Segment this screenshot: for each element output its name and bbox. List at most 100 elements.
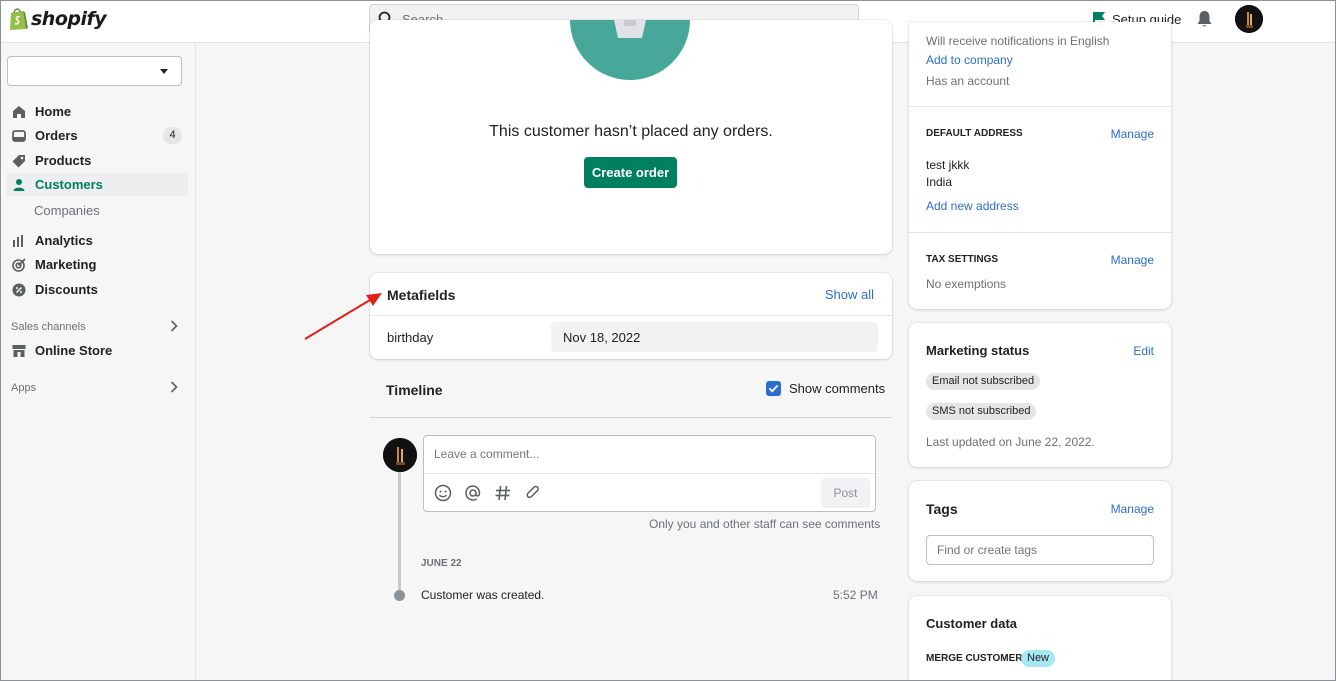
tags-title: Tags	[926, 501, 958, 517]
divider	[424, 473, 875, 474]
divider	[370, 315, 892, 316]
metafield-value[interactable]: Nov 18, 2022	[551, 322, 878, 352]
tags-input[interactable]	[926, 535, 1154, 565]
edit-marketing-link[interactable]: Edit	[1133, 344, 1154, 358]
tax-value: No exemptions	[926, 277, 1007, 291]
post-button[interactable]: Post	[821, 478, 870, 508]
brand-name: shopify	[31, 8, 107, 30]
sidebar-item-label: Orders	[35, 128, 78, 143]
customer-data-title: Customer data	[926, 616, 1018, 631]
sidebar-item-analytics[interactable]: Analytics	[6, 229, 188, 252]
create-order-button[interactable]: Create order	[584, 157, 677, 188]
tags-card: Tags Manage	[909, 481, 1171, 581]
sidebar-item-label: Products	[35, 153, 92, 168]
timeline-date-header: JUNE 22	[421, 558, 462, 569]
comment-input[interactable]	[434, 447, 864, 461]
show-comments-label: Show comments	[789, 381, 886, 396]
orders-icon	[12, 129, 26, 142]
metafields-title: Metafields	[387, 287, 456, 303]
shopify-logo[interactable]: shopify	[8, 7, 107, 31]
sidebar-item-label: Discounts	[35, 282, 98, 297]
address-line: test jkkk	[926, 158, 970, 172]
shopify-bag-icon	[10, 8, 28, 30]
avatar-image	[1235, 5, 1263, 33]
timeline-event-time: 5:52 PM	[833, 588, 878, 602]
store-selector[interactable]	[7, 56, 182, 86]
default-address-title: DEFAULT ADDRESS	[926, 128, 1023, 139]
marketing-status-title: Marketing status	[926, 343, 1030, 358]
sidebar-item-discounts[interactable]: Discounts	[6, 278, 188, 301]
target-icon	[12, 257, 26, 272]
orders-card: This customer hasn’t placed any orders. …	[370, 20, 892, 254]
apps-label: Apps	[11, 382, 37, 394]
show-comments-toggle[interactable]: Show comments	[766, 381, 885, 396]
sidebar-item-label: Marketing	[35, 257, 97, 272]
metafields-card: Metafields Show all birthday Nov 18, 202…	[370, 273, 892, 359]
staff-note: Only you and other staff can see comment…	[649, 517, 881, 531]
checkbox-checked-icon[interactable]	[766, 381, 781, 396]
sidebar-item-customers[interactable]: Customers	[6, 173, 188, 196]
attachment-icon[interactable]	[524, 484, 542, 502]
sidebar-item-label: Analytics	[35, 233, 93, 248]
sidebar-item-orders[interactable]: Orders 4	[6, 124, 188, 147]
sms-status-badge: SMS not subscribed	[926, 403, 1037, 420]
bar-chart-icon	[13, 234, 23, 247]
divider	[909, 232, 1171, 233]
sidebar-item-companies[interactable]: Companies	[34, 203, 100, 218]
bell-icon	[1197, 11, 1212, 27]
email-status-badge: Email not subscribed	[926, 373, 1041, 390]
sales-channels-label: Sales channels	[11, 321, 86, 333]
sidebar: Home Orders 4 Products Customers Compani…	[0, 43, 196, 681]
empty-orders-text: This customer hasn’t placed any orders.	[489, 123, 773, 140]
chevron-right-icon[interactable]	[170, 381, 178, 393]
customer-overview-card: Will receive notifications in English Ad…	[909, 22, 1171, 309]
orders-count-badge: 4	[163, 127, 182, 144]
annotation-arrow	[304, 293, 382, 340]
empty-orders-illustration	[570, 20, 690, 80]
timeline-title: Timeline	[386, 382, 443, 398]
tag-icon	[12, 154, 25, 167]
marketing-last-updated: Last updated on June 22, 2022.	[926, 435, 1095, 449]
store-icon	[12, 344, 26, 357]
discount-icon	[12, 283, 26, 296]
show-all-link[interactable]: Show all	[825, 287, 874, 302]
marketing-status-card: Marketing status Edit Email not subscrib…	[909, 323, 1171, 467]
sidebar-item-online-store[interactable]: Online Store	[6, 339, 188, 362]
sidebar-item-label: Home	[35, 104, 72, 119]
comment-box: Post	[423, 435, 876, 512]
language-note-cut: Will receive notifications in English	[926, 34, 1110, 48]
emoji-icon[interactable]	[434, 484, 452, 502]
notifications-button[interactable]	[1196, 10, 1213, 31]
hashtag-icon[interactable]	[494, 484, 512, 502]
person-icon	[13, 178, 25, 191]
timeline-event-dot	[394, 590, 405, 601]
sidebar-item-label: Online Store	[35, 343, 113, 358]
manage-tags-link[interactable]: Manage	[1111, 502, 1154, 516]
user-avatar[interactable]	[1235, 5, 1263, 33]
avatar-image	[383, 438, 417, 472]
metafield-key: birthday	[387, 330, 434, 345]
merge-customer-label: MERGE CUSTOMER	[926, 653, 1023, 664]
comment-avatar	[383, 438, 417, 472]
tax-settings-title: TAX SETTINGS	[926, 254, 999, 265]
sidebar-item-marketing[interactable]: Marketing	[6, 253, 188, 276]
timeline-event-text: Customer was created.	[421, 588, 545, 602]
divider	[909, 106, 1171, 107]
account-status: Has an account	[926, 74, 1010, 88]
timeline-line	[398, 468, 401, 592]
sidebar-item-products[interactable]: Products	[6, 149, 188, 172]
chevron-right-icon[interactable]	[170, 320, 178, 332]
home-icon	[13, 105, 25, 118]
add-new-address-link[interactable]: Add new address	[926, 199, 1019, 213]
sidebar-item-label: Customers	[35, 177, 103, 192]
add-to-company-link[interactable]: Add to company	[926, 53, 1013, 67]
manage-address-link[interactable]: Manage	[1111, 127, 1154, 141]
caret-down-icon	[160, 69, 168, 74]
mention-icon[interactable]	[464, 484, 482, 502]
customer-data-card: Customer data MERGE CUSTOMER New	[909, 596, 1171, 681]
address-line: India	[926, 175, 953, 189]
new-badge: New	[1021, 650, 1056, 667]
divider	[370, 417, 892, 418]
sidebar-item-home[interactable]: Home	[6, 100, 188, 123]
manage-tax-link[interactable]: Manage	[1111, 253, 1154, 267]
